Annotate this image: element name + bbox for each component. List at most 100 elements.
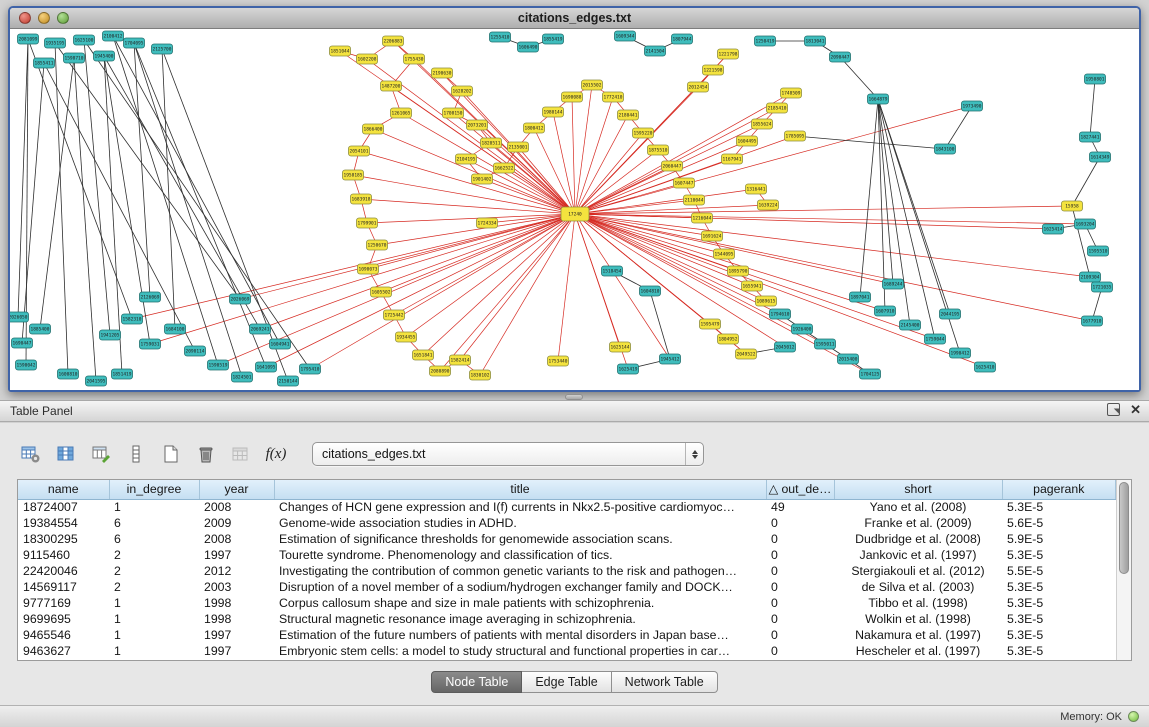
- graph-node[interactable]: 1724334: [477, 218, 498, 228]
- row-height-icon[interactable]: [123, 441, 149, 467]
- graph-node[interactable]: 1704095: [124, 38, 145, 48]
- graph-node[interactable]: 2054101: [349, 146, 370, 156]
- graph-node[interactable]: 1598710: [64, 53, 85, 63]
- graph-node[interactable]: 1804952: [718, 334, 739, 344]
- column-header-short[interactable]: short: [834, 480, 1002, 499]
- graph-node[interactable]: 1684100: [165, 324, 186, 334]
- graph-node[interactable]: 1704125: [860, 369, 881, 379]
- graph-node[interactable]: 2073201: [467, 120, 488, 130]
- graph-node[interactable]: 1595510: [1088, 246, 1109, 256]
- graph-node[interactable]: 1600810: [58, 369, 79, 379]
- graph-node[interactable]: 1855411: [34, 58, 55, 68]
- graph-node[interactable]: 2109304: [1080, 272, 1101, 282]
- graph-node[interactable]: 1772410: [603, 92, 624, 102]
- tab-network-table[interactable]: Network Table: [612, 671, 718, 693]
- graph-node[interactable]: 1755430: [404, 54, 425, 64]
- graph-node[interactable]: 1753440: [548, 356, 569, 366]
- graph-node[interactable]: 1851419: [112, 369, 133, 379]
- graph-node[interactable]: 1582310: [122, 314, 143, 324]
- graph-node[interactable]: 1990412: [950, 348, 971, 358]
- edit-table-icon[interactable]: [88, 441, 114, 467]
- graph-node[interactable]: 1691624: [702, 231, 723, 241]
- graph-node[interactable]: 1785095: [785, 131, 806, 141]
- table-row[interactable]: 969969511998Structural magnetic resonanc…: [18, 611, 1116, 627]
- graph-node[interactable]: 1625144: [610, 342, 631, 352]
- graph-node[interactable]: 1843100: [935, 144, 956, 154]
- graph-node[interactable]: 2041595: [86, 376, 107, 386]
- graph-node[interactable]: 1602208: [357, 54, 378, 64]
- graph-node[interactable]: 1167941: [722, 154, 743, 164]
- graph-node[interactable]: 2080890: [430, 366, 451, 376]
- graph-node[interactable]: 1855419: [543, 34, 564, 44]
- graph-node[interactable]: 2049522: [736, 349, 757, 359]
- graph-node[interactable]: 1690447: [12, 338, 33, 348]
- graph-node[interactable]: 1595220: [633, 128, 654, 138]
- network-canvas[interactable]: 1724018510441602208220688317554301487200…: [10, 29, 1139, 390]
- graph-node[interactable]: 1759044: [925, 334, 946, 344]
- graph-node[interactable]: 2145400: [900, 320, 921, 330]
- graph-node[interactable]: 15958: [1062, 201, 1083, 211]
- graph-node[interactable]: 1605502: [371, 287, 392, 297]
- graph-node[interactable]: 2090447: [830, 52, 851, 62]
- graph-node[interactable]: 1855624: [752, 119, 773, 129]
- graph-node[interactable]: 2090114: [185, 346, 206, 356]
- delete-icon[interactable]: [193, 441, 219, 467]
- graph-node[interactable]: 1945412: [660, 354, 681, 364]
- table-row[interactable]: 1456911722003Disruption of a novel membe…: [18, 579, 1116, 595]
- graph-node[interactable]: 2180441: [618, 110, 639, 120]
- graph-node[interactable]: 1518454: [602, 266, 623, 276]
- graph-node[interactable]: 1677910: [1082, 316, 1103, 326]
- graph-node[interactable]: 1813041: [805, 36, 826, 46]
- graph-node[interactable]: 1689244: [883, 279, 904, 289]
- graph-node[interactable]: 1799901: [357, 218, 378, 228]
- graph-node[interactable]: 1604810: [640, 286, 661, 296]
- graph-node[interactable]: 1090073: [358, 264, 379, 274]
- graph-node[interactable]: 1607447: [674, 178, 695, 188]
- column-header-out_de[interactable]: △ out_de…: [766, 480, 834, 499]
- graph-node[interactable]: 1250419: [755, 36, 776, 46]
- graph-node[interactable]: 1639224: [758, 200, 779, 210]
- graph-node[interactable]: 1958185: [343, 170, 364, 180]
- graph-node[interactable]: 1759031: [140, 339, 161, 349]
- graph-node[interactable]: 1625419: [618, 364, 639, 374]
- graph-hub-node[interactable]: 17240: [561, 207, 589, 221]
- graph-node[interactable]: 1216044: [692, 213, 713, 223]
- graph-node[interactable]: 1655941: [742, 281, 763, 291]
- graph-node[interactable]: 2110044: [684, 195, 705, 205]
- graph-node[interactable]: 1089615: [756, 296, 777, 306]
- table-row[interactable]: 1830029562008Estimation of significance …: [18, 531, 1116, 547]
- tab-node-table[interactable]: Node Table: [431, 671, 522, 693]
- import-table-icon[interactable]: [228, 441, 254, 467]
- show-columns-icon[interactable]: [53, 441, 79, 467]
- table-row[interactable]: 946554611997Estimation of the future num…: [18, 627, 1116, 643]
- graph-node[interactable]: 1628202: [452, 86, 473, 96]
- graph-node[interactable]: 1934455: [396, 332, 417, 342]
- graph-node[interactable]: 1827441: [1080, 132, 1101, 142]
- minimize-window-button[interactable]: [38, 12, 50, 24]
- graph-node[interactable]: 1606490: [518, 42, 539, 52]
- graph-node[interactable]: 2126069: [140, 292, 161, 302]
- graph-node[interactable]: 1945400: [94, 51, 115, 61]
- graph-node[interactable]: 1487200: [381, 81, 402, 91]
- graph-node[interactable]: 2125700: [152, 44, 173, 54]
- graph-node[interactable]: 1824501: [232, 372, 253, 382]
- graph-node[interactable]: 1830102: [470, 370, 491, 380]
- graph-node[interactable]: 1544095: [714, 249, 735, 259]
- graph-node[interactable]: 1625100: [74, 35, 95, 45]
- graph-node[interactable]: 1973490: [962, 101, 983, 111]
- graph-node[interactable]: 1641095: [256, 362, 277, 372]
- network-graph[interactable]: 1724018510441602208220688317554301487200…: [10, 29, 1139, 390]
- new-file-icon[interactable]: [158, 441, 184, 467]
- table-row[interactable]: 977716911998Corpus callosum shape and si…: [18, 595, 1116, 611]
- scrollbar-thumb[interactable]: [1119, 482, 1129, 574]
- graph-node[interactable]: 1607910: [875, 306, 896, 316]
- close-panel-icon[interactable]: ✕: [1130, 403, 1141, 416]
- graph-node[interactable]: 1866400: [363, 124, 384, 134]
- table-row[interactable]: 1938455462009Genome-wide association stu…: [18, 515, 1116, 531]
- graph-node[interactable]: 2190630: [432, 68, 453, 78]
- graph-node[interactable]: 1651841: [413, 350, 434, 360]
- graph-node[interactable]: 1926400: [792, 324, 813, 334]
- graph-node[interactable]: 1721035: [1092, 282, 1113, 292]
- table-row[interactable]: 2242004622012Investigating the contribut…: [18, 563, 1116, 579]
- graph-node[interactable]: 2015400: [838, 354, 859, 364]
